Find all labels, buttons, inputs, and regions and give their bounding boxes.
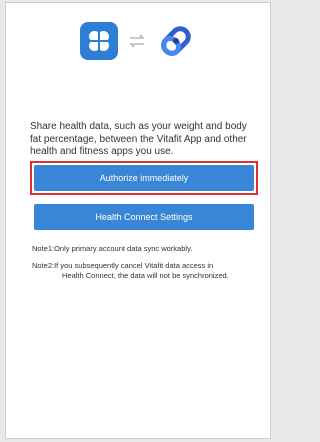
authorize-button[interactable]: Authorize immediately: [34, 165, 254, 191]
clover-logo-icon: [80, 22, 118, 60]
note-2: Note2:If you subsequently cancel Vitafit…: [32, 261, 258, 281]
description-text: Share health data, such as your weight a…: [30, 121, 247, 157]
note-1: Note1:Only primary account data sync wor…: [32, 244, 193, 253]
health-connect-settings-button[interactable]: Health Connect Settings: [34, 204, 254, 230]
note-2-line-2: Health Connect, the data will not be syn…: [62, 271, 229, 280]
sync-arrows-icon: [126, 30, 148, 52]
logo-row: [6, 21, 270, 61]
note-2-line-1: Note2:If you subsequently cancel Vitafit…: [32, 261, 214, 270]
health-connect-icon: [156, 21, 196, 61]
permission-screen: Share health data, such as your weight a…: [5, 2, 271, 439]
